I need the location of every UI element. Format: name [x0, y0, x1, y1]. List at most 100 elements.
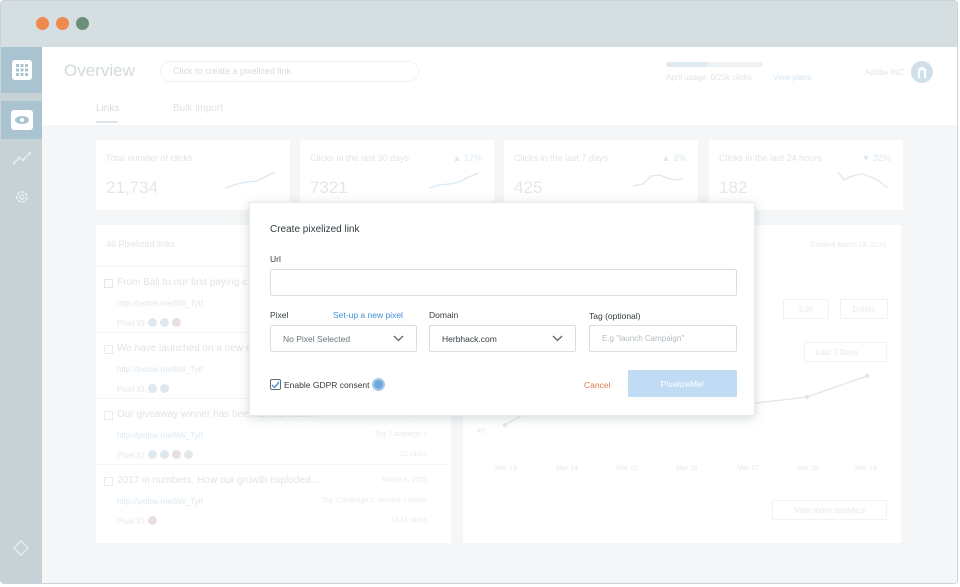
- create-link-search[interactable]: Click to create a pixelized link: [160, 61, 419, 82]
- sidebar-item-links[interactable]: [1, 101, 42, 139]
- stat-card-30-days: Clicks in the last 30 days ▲ 17% 7321: [300, 140, 494, 210]
- app-window: Overview Click to create a pixelized lin…: [0, 0, 958, 584]
- stat-value: 425: [514, 178, 543, 197]
- chevron-down-icon: [393, 335, 404, 342]
- sparkline: [429, 172, 479, 189]
- item-url[interactable]: http://pxlme.me/bW_Tyif: [117, 497, 203, 506]
- sidebar-item-dashboard[interactable]: [1, 47, 42, 93]
- gdpr-label[interactable]: Enable GDPR consent: [284, 380, 370, 390]
- stat-label: Clicks in the last 7 days: [514, 153, 609, 163]
- tag-input[interactable]: [589, 325, 737, 352]
- cancel-button[interactable]: Cancel: [584, 380, 610, 390]
- pixel-select[interactable]: No Pixel Selected: [270, 325, 417, 352]
- x-tick-label: Mar 15: [616, 465, 638, 472]
- chevron-down-icon: [552, 335, 563, 342]
- delete-button[interactable]: Delete: [840, 299, 888, 319]
- domain-select[interactable]: Herbhack.com: [429, 325, 576, 352]
- stat-label: Clicks in the last 24 hours: [719, 153, 822, 163]
- gear-icon: [15, 191, 28, 203]
- stat-delta: ▼ 32%: [861, 153, 891, 163]
- item-url[interactable]: http://pxlme.me/bW_Tyif: [117, 431, 203, 440]
- eye-icon: [10, 110, 33, 130]
- active-tab-indicator: [96, 121, 118, 123]
- sparkline: [633, 174, 683, 187]
- company-name: Adobe INC: [865, 68, 905, 77]
- tab-bulk-import[interactable]: Bulk import: [173, 103, 223, 114]
- sparkline: [838, 171, 888, 189]
- avatar[interactable]: [911, 61, 933, 83]
- item-title: 2017 in numbers. How our growth exploded…: [117, 475, 319, 486]
- modal-title: Create pixelized link: [270, 224, 360, 235]
- item-title: We have launched on a new e...: [117, 343, 260, 354]
- created-date: Created March 13, 2018: [810, 242, 887, 249]
- setup-new-pixel-link[interactable]: Set-up a new pixel: [333, 310, 403, 320]
- stat-label: Clicks in the last 30 days: [310, 153, 410, 163]
- item-checkbox[interactable]: [104, 345, 113, 354]
- item-date: March 5, 2018: [382, 477, 427, 484]
- usage-progress-bar: [666, 62, 763, 67]
- domain-label: Domain: [429, 310, 459, 320]
- item-pixel-label: Pixel ID:: [117, 319, 147, 328]
- sidebar-item-analytics[interactable]: [1, 139, 42, 177]
- item-pixel-label: Pixel ID:: [117, 451, 147, 460]
- view-more-analytics-button[interactable]: View more analytics: [772, 500, 887, 520]
- stat-card-7-days: Clicks in the last 7 days ▲ 3% 425: [504, 140, 698, 210]
- analytics-icon: [12, 151, 31, 165]
- tab-links[interactable]: Links: [96, 103, 119, 114]
- url-label: Url: [270, 254, 281, 264]
- links-panel-heading: 46 Pixelized links: [106, 239, 175, 249]
- item-checkbox[interactable]: [104, 279, 113, 288]
- stat-label: Total number of clicks: [106, 153, 193, 163]
- stat-delta: ▲ 3%: [661, 153, 686, 163]
- item-tags: Tag: Campaign 1: [374, 431, 427, 438]
- list-item[interactable]: 2017 in numbers. How our growth exploded…: [96, 464, 451, 530]
- item-pixel-label: Pixel ID:: [117, 385, 147, 394]
- item-clicks: 15.1k clicks: [390, 517, 427, 524]
- pixel-badges: [148, 516, 157, 525]
- pixel-badges: [148, 450, 193, 459]
- user-icon: [918, 67, 926, 78]
- stat-value: 182: [719, 178, 748, 197]
- view-plans-link[interactable]: View plans: [773, 73, 812, 82]
- grid-icon: [11, 60, 32, 80]
- x-tick-label: Mar 16: [676, 465, 698, 472]
- y-tick-label: 40: [477, 428, 485, 435]
- sidebar: [1, 47, 42, 583]
- header: Overview Click to create a pixelized lin…: [42, 47, 957, 125]
- sidebar-item-settings[interactable]: [1, 178, 42, 216]
- x-tick-label: Mar 18: [797, 465, 819, 472]
- item-url[interactable]: http://pxlme.me/bW_Tyif: [117, 299, 203, 308]
- page-title: Overview: [64, 61, 135, 80]
- usage-progress-fill: [666, 62, 707, 67]
- x-tick-label: Mar 17: [737, 465, 759, 472]
- tag-label: Tag (optional): [589, 311, 641, 321]
- item-pixel-label: Pixel ID:: [117, 517, 147, 526]
- edit-button[interactable]: Edit: [783, 299, 829, 319]
- create-link-modal: Create pixelized link Url Pixel Set-up a…: [249, 202, 755, 416]
- item-tags: Tag: Campaign 1, movies, Launch: [321, 497, 427, 504]
- pixel-label: Pixel: [270, 310, 289, 320]
- diamond-icon[interactable]: [13, 540, 29, 556]
- x-tick-label: Mar 19: [855, 465, 877, 472]
- gdpr-info-icon[interactable]: [372, 378, 385, 391]
- checkmark-icon: [271, 381, 280, 389]
- maximize-window-button[interactable]: [76, 17, 89, 30]
- stat-value: 7321: [310, 178, 348, 197]
- item-checkbox[interactable]: [104, 477, 113, 486]
- title-bar: [1, 1, 957, 47]
- gdpr-checkbox[interactable]: [270, 379, 281, 390]
- sparkline: [225, 171, 275, 189]
- url-input[interactable]: [270, 269, 737, 296]
- item-checkbox[interactable]: [104, 411, 113, 420]
- links-heading-label: Pixelized links: [118, 239, 176, 249]
- pixel-badges: [148, 384, 169, 393]
- item-url[interactable]: http://pxlme.me/bW_Tyif: [117, 365, 203, 374]
- pixelize-button[interactable]: PixelizeMe!: [628, 370, 737, 397]
- stat-delta: ▲ 17%: [452, 153, 482, 163]
- x-tick-label: Mar 14: [556, 465, 578, 472]
- item-title: From Bali to our first paying c...: [117, 277, 256, 288]
- close-window-button[interactable]: [36, 17, 49, 30]
- pixel-badges: [148, 318, 181, 327]
- domain-select-value: Herbhack.com: [442, 333, 497, 344]
- minimize-window-button[interactable]: [56, 17, 69, 30]
